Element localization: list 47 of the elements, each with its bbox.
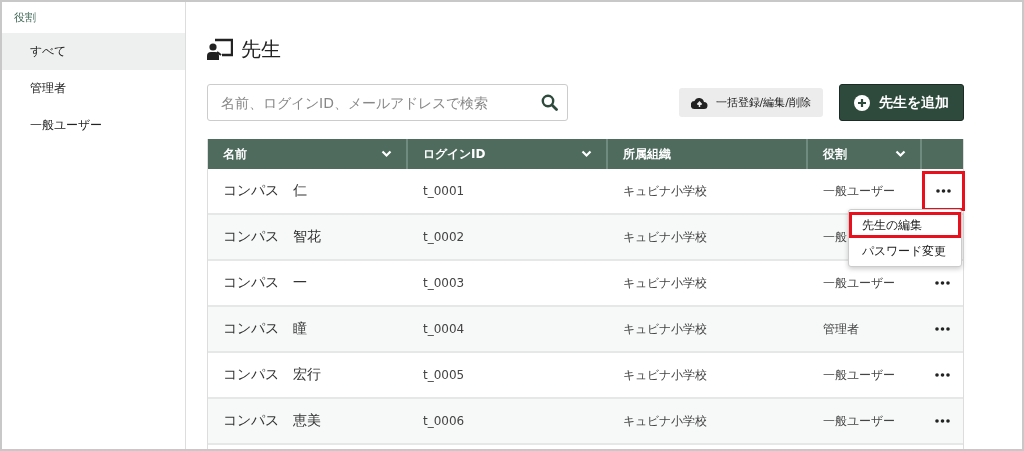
table-cell: キュビナ小学校 [623,182,707,200]
table-cell: コンパス 宏行 [223,366,321,384]
cloud-upload-icon [690,96,708,109]
table-cell: 一般 [823,228,847,246]
table-cell: コンパス 瞳 [223,320,307,338]
table-cell: 一般ユーザー [823,366,895,384]
table-cell: t_0006 [423,414,465,428]
table-cell: コンパス 恵美 [223,412,321,430]
table-cell: 一般ユーザー [823,182,895,200]
more-icon [936,189,951,193]
table-cell: t_0001 [423,184,465,198]
more-icon [935,281,950,285]
column-header[interactable]: 所属組織 [623,145,671,163]
teacher-icon [207,38,233,60]
table-cell: t_0003 [423,276,465,290]
table-cell: t_0002 [423,230,465,244]
table-cell: t_0004 [423,322,465,336]
table-cell: キュビナ小学校 [623,320,707,338]
table-cell: コンパス 仁 [223,182,307,200]
table-cell: コンパス 一 [223,274,307,292]
table-cell: 一般ユーザー [823,274,895,292]
sidebar-item[interactable]: 管理者 [2,70,185,107]
table-cell: コンパス 智花 [223,228,321,246]
table-cell: t_0005 [423,368,465,382]
table-cell: 一般ユーザー [823,412,895,430]
more-icon [935,327,950,331]
column-header[interactable]: 役割 [823,145,847,163]
more-icon [935,419,950,423]
column-header[interactable]: ログインID [423,145,486,163]
menu-item[interactable]: パスワード変更 [849,238,961,264]
table-cell: キュビナ小学校 [623,366,707,384]
page-title: 先生 [241,35,281,63]
add-teacher-button[interactable]: 先生を追加 [839,84,964,121]
column-header[interactable]: 名前 [223,145,247,163]
plus-circle-icon [854,94,870,111]
table-cell: 管理者 [823,320,859,338]
table-cell: キュビナ小学校 [623,274,707,292]
table-cell: キュビナ小学校 [623,412,707,430]
bulk-edit-button[interactable]: 一括登録/編集/削除 [678,88,823,117]
sidebar-item[interactable]: 一般ユーザー [2,107,185,144]
table-cell: キュビナ小学校 [623,228,707,246]
sidebar-heading: 役割 [13,10,36,26]
search-icon [541,94,558,111]
more-icon [935,373,950,377]
sidebar-item[interactable]: すべて [2,33,185,70]
menu-item[interactable]: 先生の編集 [849,212,961,238]
search-field[interactable]: 名前、ログインID、メールアドレスで検索 [207,84,568,121]
